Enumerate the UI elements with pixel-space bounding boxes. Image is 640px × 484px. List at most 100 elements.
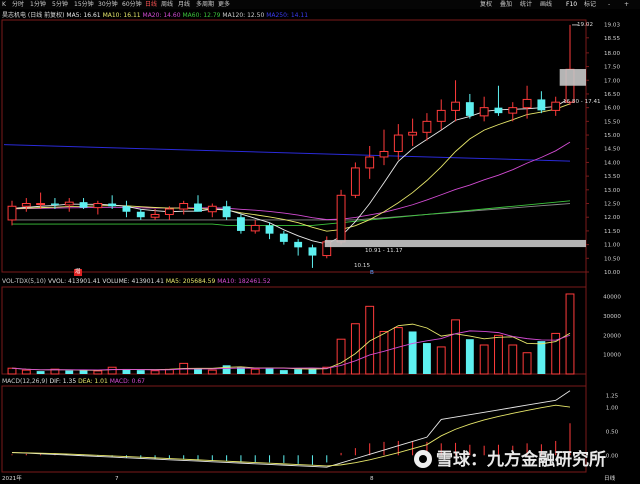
volume-bar-up <box>7 367 17 375</box>
volume-info-line: VOL-TDX(5,10) VVOL: 413901.41 VOLUME: 41… <box>2 278 271 286</box>
ma20-value: MA20: 14.60 <box>142 12 181 19</box>
lower-zone-label: 10.91 - 11.17 <box>365 248 403 254</box>
price-tick-label: 14.50 <box>604 147 620 153</box>
kline-chart[interactable]: 19.03 18.55 18.00 17.50 17.00 16.50 16.00 15.50… <box>0 0 640 484</box>
volume-bar-up <box>436 346 446 375</box>
price-tick-label: 13.00 <box>604 188 620 194</box>
price-tick-label: 17.00 <box>604 78 620 84</box>
ma10-line <box>11 103 571 232</box>
candle-up <box>164 208 174 215</box>
candle-down <box>494 107 503 114</box>
xueqiu-logo-icon <box>414 450 432 468</box>
candle-up <box>451 101 460 111</box>
volume-bar-up <box>21 369 31 375</box>
volume-bar-down <box>36 371 45 374</box>
resistance-zone <box>559 69 586 86</box>
time-axis: 2021年 7 8 日线 <box>0 476 640 484</box>
event-marker[interactable]: 增 <box>74 269 82 276</box>
candle-down <box>108 203 117 207</box>
candle-up <box>393 134 403 152</box>
candle-down <box>465 102 474 116</box>
volume-bar-down <box>294 369 303 374</box>
macd-tick-label: 0.00 <box>606 453 619 459</box>
candle-down <box>308 247 317 256</box>
volume-bar-up <box>451 319 460 375</box>
candle-down <box>222 206 231 218</box>
volume-bar-up <box>365 305 375 375</box>
candle-down <box>279 233 288 242</box>
price-tick-label: 11.00 <box>604 243 620 249</box>
volume-bar-up <box>350 323 360 375</box>
support-zone <box>324 239 586 248</box>
volume-tick-label: 40000 <box>603 295 621 301</box>
watermark-text: 雪球：九方金融研究所 <box>436 450 606 470</box>
vol-ma10-value: MA10: 182461.52 <box>217 278 271 285</box>
volume-bar-up <box>565 293 575 375</box>
candle-up <box>479 107 489 117</box>
candle-up <box>350 167 360 196</box>
x-label-july: 7 <box>115 476 119 482</box>
price-tick-label: 10.50 <box>604 256 620 262</box>
vol-ma5-value: MA5: 205684.59 <box>165 278 216 285</box>
volume-bar-down <box>65 370 74 374</box>
candle-down <box>136 211 145 218</box>
buy-marker[interactable]: B <box>370 270 374 277</box>
price-tick-label: 19.03 <box>604 23 620 29</box>
volume-bar-down <box>265 368 274 374</box>
upper-zone-label: 16.80 - 17.41 <box>563 99 601 105</box>
volume-value: VOLUME: 413901.41 <box>102 278 164 285</box>
price-tick-label: 15.00 <box>604 133 620 139</box>
candle-down <box>265 225 274 234</box>
dea-value: DEA: 1.01 <box>78 378 108 385</box>
volume-tick-label: 30000 <box>603 314 621 320</box>
period-indicator: 日线 <box>604 476 616 482</box>
dif-value: DIF: 1.35 <box>49 378 77 385</box>
candle-up <box>250 224 260 232</box>
candle-up <box>64 201 74 206</box>
candle-down <box>537 99 546 111</box>
volume-bar-down <box>408 331 417 374</box>
candle-down <box>236 217 245 231</box>
candle-up <box>508 107 518 114</box>
price-tick-label: 13.50 <box>604 174 620 180</box>
volume-bar-up <box>250 368 260 375</box>
ma5-value: MA5: 16.61 <box>66 12 101 19</box>
macd-title: MACD(12,26,9) <box>2 378 48 385</box>
volume-bar-up <box>107 366 117 375</box>
candle-up <box>207 205 217 213</box>
macd-tick-label: 1.25 <box>606 394 619 400</box>
candle-up <box>21 203 31 207</box>
candle-up <box>7 205 17 221</box>
volume-bar-up <box>508 344 518 375</box>
volume-tick-label: 10000 <box>603 353 621 359</box>
macd-tick-label: 0.50 <box>606 429 619 435</box>
candle-up <box>336 194 346 243</box>
price-tick-label: 16.50 <box>604 92 620 98</box>
price-tick-label: 14.00 <box>604 160 620 166</box>
stock-name: 昊志机电 (日线 前复权) <box>2 12 65 19</box>
candle-up <box>522 98 532 109</box>
vol-title: VOL-TDX(5,10) <box>2 278 47 285</box>
volume-bar-down <box>422 343 431 374</box>
candle-up <box>36 203 46 206</box>
candle-down <box>79 202 88 208</box>
price-tick-label: 18.55 <box>604 36 620 42</box>
volume-bar-up <box>393 327 403 375</box>
macd-info-line: MACD(12,26,9) DIF: 1.35 DEA: 1.01 MACD: … <box>2 378 145 386</box>
candle-up <box>379 150 389 158</box>
candle-down <box>194 203 202 212</box>
price-tick-label: 11.50 <box>604 229 620 235</box>
watermark: 雪球：九方金融研究所 <box>414 449 606 471</box>
volume-bar-up <box>336 338 346 375</box>
candle-up <box>93 203 103 209</box>
volume-tick-label: 20000 <box>603 333 621 339</box>
volume-bar-down <box>279 370 288 374</box>
candle-up <box>408 131 418 136</box>
high-price-label: 19.02 <box>577 22 594 28</box>
price-tick-label: 12.50 <box>604 202 620 208</box>
ma-info-line: 昊志机电 (日线 前复权) MA5: 16.61 MA10: 16.11 MA2… <box>2 12 308 20</box>
volume-bar-up <box>494 334 503 375</box>
candle-up <box>422 120 432 133</box>
candle-up <box>436 109 446 122</box>
candle-up <box>551 101 561 111</box>
